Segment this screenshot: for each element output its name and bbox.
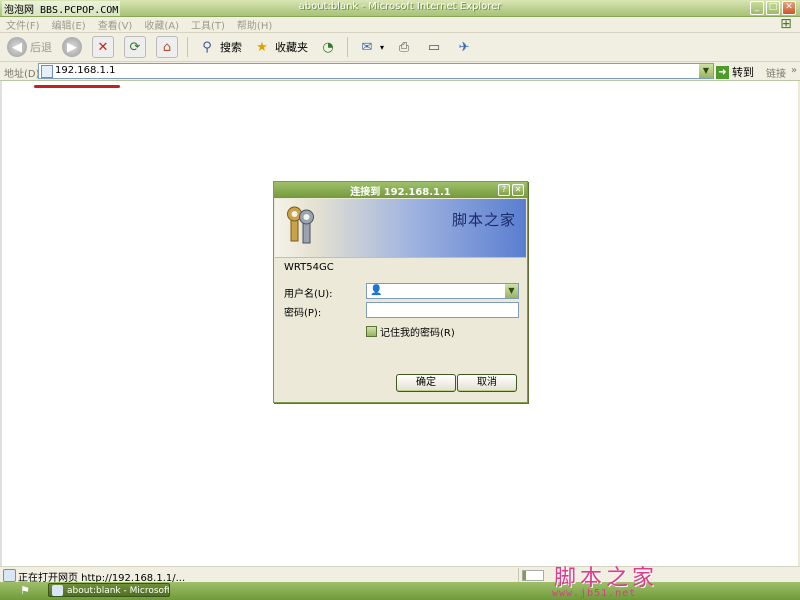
chevron-down-icon[interactable]: ▼ (505, 284, 518, 298)
user-icon: 👤 (370, 285, 383, 296)
star-icon: ★ (256, 39, 268, 55)
username-combobox[interactable]: 👤 ▼ (366, 283, 519, 299)
toolbar-separator (187, 37, 188, 57)
stop-button[interactable]: ✕ (89, 36, 117, 58)
menu-help[interactable]: 帮助(H) (231, 17, 278, 32)
mail-icon: ✉ (361, 39, 373, 55)
menu-view[interactable]: 查看(V) (92, 17, 139, 32)
links-label[interactable]: 链接 (766, 65, 786, 80)
keys-icon (287, 206, 314, 244)
stop-icon: ✕ (92, 36, 114, 58)
dialog-title: 连接到 192.168.1.1 (350, 187, 451, 198)
history-button[interactable]: ◔ (315, 36, 341, 58)
address-bar: 地址(D) 192.168.1.1 ▼ ➜ 转到 链接 » (0, 62, 800, 81)
login-dialog: 连接到 192.168.1.1 ? ✕ 脚本之家 WRT54GC 用户名(U):… (273, 181, 528, 403)
start-button-icon[interactable]: ⚑ (20, 584, 30, 597)
printer-icon: ⎙ (398, 39, 410, 55)
toolbar-separator (347, 37, 348, 57)
dialog-help-button[interactable]: ? (498, 184, 510, 196)
password-label: 密码(P): (284, 308, 322, 319)
address-highlight-underline (34, 85, 120, 88)
watermark-top: 泡泡网 BBS.PCPOP.COM (2, 1, 121, 16)
chevron-down-icon: ▾ (380, 42, 385, 52)
menu-bar: 文件(F) 编辑(E) 查看(V) 收藏(A) 工具(T) 帮助(H) ⊞ (0, 16, 800, 33)
address-dropdown-button[interactable]: ▼ (699, 64, 713, 78)
watermark-url: www.jb51.net (552, 588, 637, 599)
refresh-icon: ⟳ (124, 36, 146, 58)
progress-fill (523, 571, 526, 580)
search-icon: ⚲ (202, 39, 212, 55)
forward-arrow-icon: ▶ (62, 37, 82, 57)
password-field[interactable] (366, 302, 519, 318)
menu-favorites[interactable]: 收藏(A) (138, 17, 185, 32)
forward-button[interactable]: ▶ (59, 36, 85, 58)
messenger-button[interactable]: ✈ (451, 36, 477, 58)
cancel-button[interactable]: 取消 (457, 374, 517, 392)
home-button[interactable]: ⌂ (153, 36, 181, 58)
status-separator (518, 568, 519, 582)
address-value: 192.168.1.1 (55, 65, 116, 76)
back-arrow-icon: ◀ (7, 37, 27, 57)
remember-password-checkbox[interactable]: 记住我的密码(R) (366, 324, 455, 339)
menu-file[interactable]: 文件(F) (0, 17, 46, 32)
refresh-button[interactable]: ⟳ (121, 36, 149, 58)
loading-progress-bar (522, 570, 544, 581)
dialog-banner-text: 脚本之家 (451, 211, 516, 229)
ie-icon (52, 585, 63, 596)
maximize-button[interactable]: □ (766, 1, 780, 15)
dialog-controls: ? ✕ (498, 184, 524, 196)
close-button[interactable]: ✕ (782, 1, 796, 15)
back-label: 后退 (30, 41, 52, 54)
taskbar-ie-button[interactable]: about:blank - Microsoft... (48, 583, 170, 597)
minimize-button[interactable]: _ (750, 1, 764, 15)
username-label: 用户名(U): (284, 289, 333, 300)
window-controls: _ □ ✕ (750, 1, 796, 15)
messenger-icon: ✈ (458, 39, 470, 55)
remember-password-label: 记住我的密码(R) (380, 328, 455, 339)
go-label: 转到 (732, 66, 754, 79)
home-icon: ⌂ (156, 36, 178, 58)
taskbar-ie-label: about:blank - Microsoft... (67, 586, 170, 596)
router-name: WRT54GC (284, 262, 334, 273)
search-button[interactable]: ⚲ 搜索 (194, 36, 245, 58)
favorites-button[interactable]: ★ 收藏夹 (249, 36, 311, 58)
back-button[interactable]: ◀ 后退 (4, 36, 55, 58)
ok-button[interactable]: 确定 (396, 374, 456, 392)
address-label: 地址(D) (4, 69, 40, 80)
watermark-bottom: 脚本之家 www.jb51.net (550, 560, 798, 600)
search-label: 搜索 (220, 41, 242, 54)
edit-button[interactable]: ▭ (421, 36, 447, 58)
links-more-icon[interactable]: » (791, 65, 797, 76)
go-arrow-icon: ➜ (716, 65, 729, 79)
mail-button[interactable]: ✉ ▾ (354, 36, 387, 58)
dialog-close-button[interactable]: ✕ (512, 184, 524, 196)
checkbox-box[interactable] (366, 326, 377, 337)
favorites-label: 收藏夹 (275, 41, 308, 54)
print-button[interactable]: ⎙ (391, 36, 417, 58)
dialog-titlebar[interactable]: 连接到 192.168.1.1 ? ✕ (274, 182, 527, 198)
history-icon: ◔ (322, 39, 334, 55)
address-input[interactable]: 192.168.1.1 ▼ (38, 63, 714, 79)
go-button[interactable]: ➜ 转到 (716, 64, 754, 80)
page-loading-icon (3, 569, 16, 582)
page-icon (41, 65, 53, 78)
windows-logo-icon: ⊞ (780, 16, 792, 32)
menu-tools[interactable]: 工具(T) (185, 17, 231, 32)
menu-edit[interactable]: 编辑(E) (46, 17, 92, 32)
toolbar: ◀ 后退 ▶ ✕ ⟳ ⌂ ⚲ 搜索 ★ 收藏夹 ◔ ✉ ▾ ⎙ ▭ ✈ (0, 33, 800, 62)
dialog-banner: 脚本之家 (275, 199, 526, 258)
edit-icon: ▭ (427, 39, 441, 55)
